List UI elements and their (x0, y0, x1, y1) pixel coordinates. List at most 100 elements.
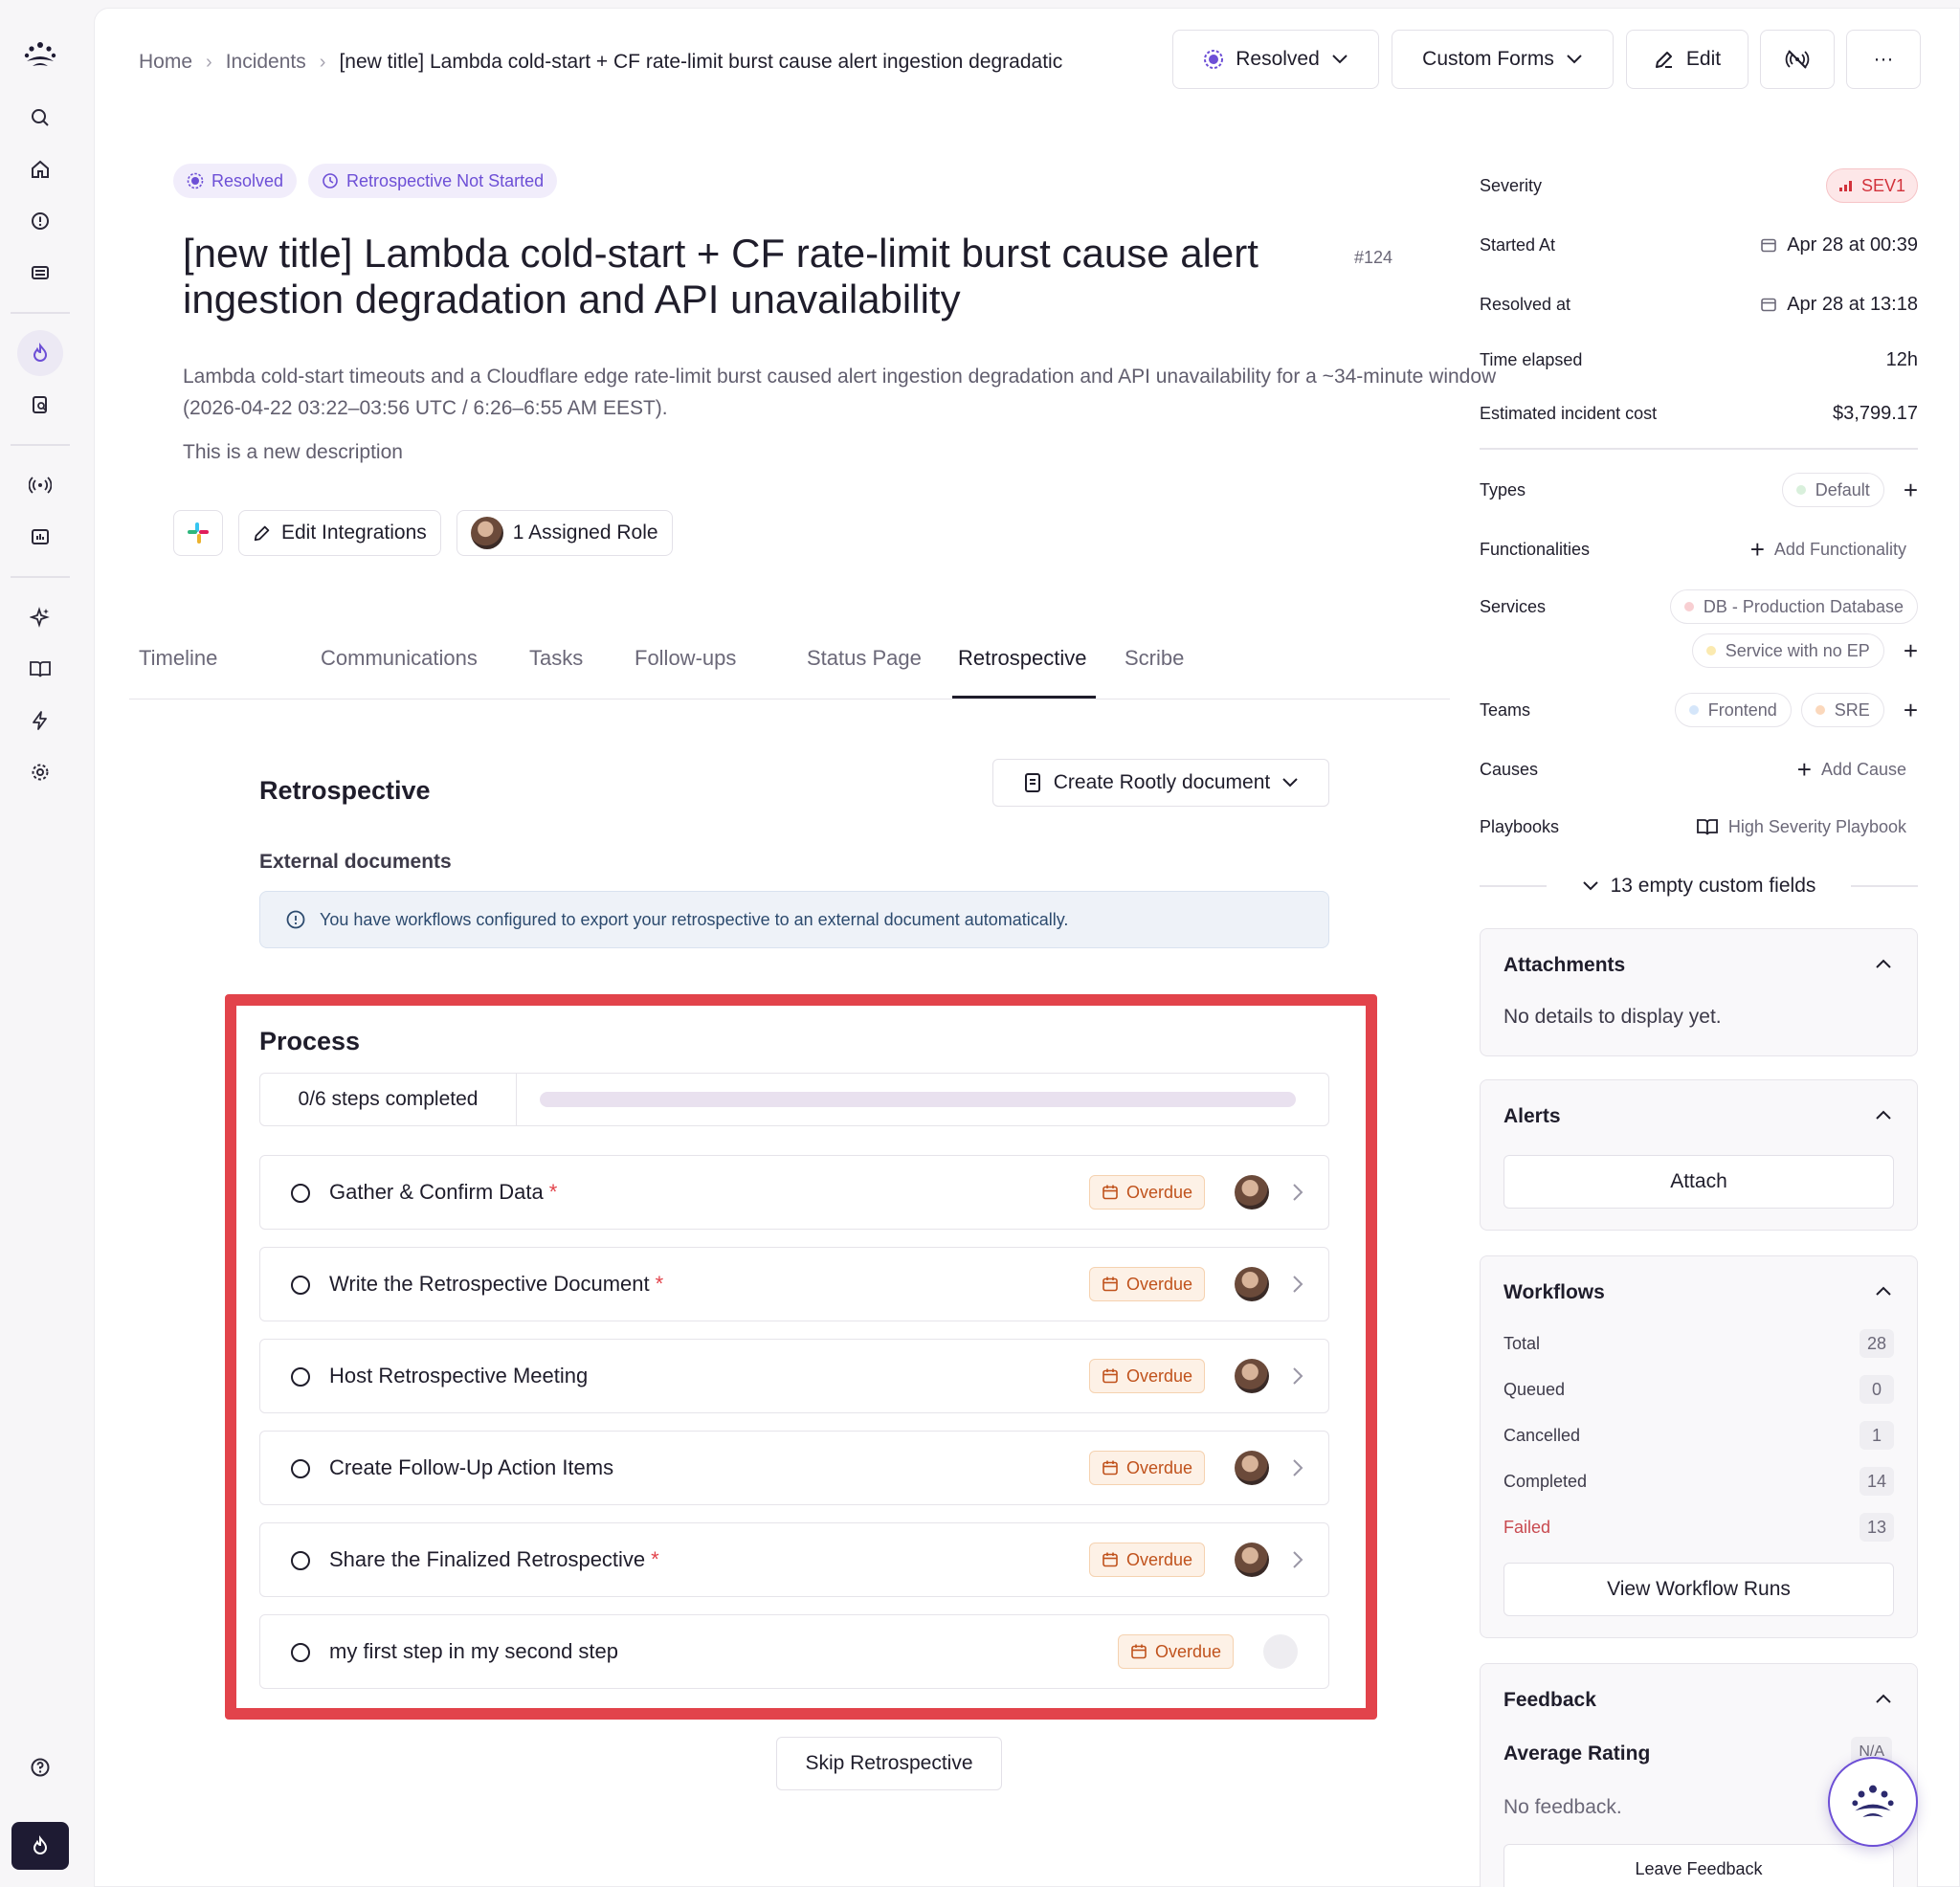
chevron-up-icon[interactable] (1875, 1109, 1892, 1121)
custom-forms-dropdown[interactable]: Custom Forms (1392, 30, 1614, 89)
add-team-plus-icon[interactable]: + (1904, 698, 1918, 722)
add-type-plus-icon[interactable]: + (1904, 477, 1918, 502)
step-assignee-avatar[interactable] (1235, 1451, 1269, 1485)
teams-field: Teams Frontend SRE + (1480, 691, 1918, 729)
edit-button[interactable]: Edit (1626, 30, 1748, 89)
chevron-right-icon[interactable] (1292, 1275, 1303, 1294)
team-pill[interactable]: Frontend (1674, 693, 1792, 727)
incident-description-extra[interactable]: This is a new description (183, 441, 403, 464)
progress-label: 0/6 steps completed (260, 1074, 517, 1125)
help-icon[interactable] (17, 1744, 63, 1790)
incident-number: #124 (1354, 248, 1393, 267)
step-assignee-avatar[interactable] (1235, 1359, 1269, 1393)
tab-tasks[interactable]: Tasks (529, 646, 583, 671)
workflow-bolt-icon[interactable] (17, 698, 63, 744)
step-checkbox[interactable] (291, 1551, 310, 1570)
settings-gear-icon[interactable] (17, 749, 63, 795)
workflow-count-label: Queued (1503, 1379, 1566, 1399)
ai-sparkle-icon[interactable] (17, 594, 63, 640)
step-checkbox[interactable] (291, 1643, 310, 1662)
book-icon[interactable] (17, 646, 63, 692)
chevron-right-icon[interactable] (1292, 1550, 1303, 1569)
document-icon (1023, 772, 1042, 793)
retrospective-title: Retrospective (259, 776, 431, 805)
tab-status-page[interactable]: Status Page (807, 646, 922, 671)
attach-alert-button[interactable]: Attach (1503, 1155, 1894, 1209)
assigned-role-button[interactable]: 1 Assigned Role (456, 510, 673, 556)
incidents-flame-icon[interactable] (17, 330, 63, 376)
team-pill-label: SRE (1834, 699, 1870, 720)
active-tab-indicator (952, 696, 1096, 699)
status-resolved-icon (1203, 49, 1224, 70)
severity-badge[interactable]: SEV1 (1825, 168, 1918, 203)
step-checkbox[interactable] (291, 1184, 310, 1203)
step-assignee-avatar[interactable] (1235, 1267, 1269, 1301)
analytics-icon[interactable] (17, 514, 63, 560)
resolved-at-value-button[interactable]: Apr 28 at 13:18 (1760, 294, 1918, 316)
tab-scribe[interactable]: Scribe (1125, 646, 1184, 671)
team-pill[interactable]: SRE (1800, 693, 1884, 727)
tab-timeline[interactable]: Timeline (139, 646, 217, 671)
alert-shield-icon[interactable] (17, 198, 63, 244)
breadcrumb: Home › Incidents › [new title] Lambda co… (139, 51, 1062, 74)
calendar-icon (1760, 296, 1777, 313)
pencil-icon (253, 523, 272, 543)
broadcast-off-icon (1785, 49, 1810, 70)
incident-description[interactable]: Lambda cold-start timeouts and a Cloudfl… (183, 361, 1523, 424)
edit-integrations-button[interactable]: Edit Integrations (238, 510, 441, 556)
pager-icon[interactable] (17, 250, 63, 296)
started-at-label: Started At (1480, 234, 1556, 255)
broadcast-icon[interactable] (17, 462, 63, 508)
declare-incident-button[interactable] (11, 1822, 69, 1870)
view-workflow-runs-button[interactable]: View Workflow Runs (1503, 1563, 1894, 1616)
process-step-row[interactable]: Gather & Confirm Data * Overdue (259, 1155, 1329, 1230)
more-options-button[interactable]: ··· (1846, 30, 1921, 89)
rootly-logo-icon[interactable] (20, 34, 60, 75)
chevron-right-icon[interactable] (1292, 1183, 1303, 1202)
incident-title[interactable]: [new title] Lambda cold-start + CF rate-… (183, 231, 1331, 322)
chevron-up-icon[interactable] (1875, 1693, 1892, 1704)
chevron-up-icon[interactable] (1875, 1285, 1892, 1297)
tab-communications[interactable]: Communications (321, 646, 478, 671)
breadcrumb-home[interactable]: Home (139, 51, 192, 74)
slack-integration-button[interactable] (173, 510, 223, 556)
process-step-row[interactable]: my first step in my second step Overdue (259, 1614, 1329, 1689)
services-field: Services DB - Production Database (1480, 588, 1918, 626)
step-checkbox[interactable] (291, 1276, 310, 1295)
step-checkbox[interactable] (291, 1459, 310, 1478)
started-at-value-button[interactable]: Apr 28 at 00:39 (1760, 234, 1918, 256)
playbook-link[interactable]: High Severity Playbook (1696, 817, 1906, 837)
tab-follow-ups[interactable]: Follow-ups (635, 646, 736, 671)
skip-retrospective-button[interactable]: Skip Retrospective (776, 1737, 1002, 1790)
search-icon[interactable] (17, 95, 63, 141)
process-step-row[interactable]: Share the Finalized Retrospective * Overd… (259, 1522, 1329, 1597)
add-cause-button[interactable]: + Add Cause (1797, 757, 1906, 782)
home-icon[interactable] (17, 146, 63, 192)
leave-feedback-button[interactable]: Leave Feedback (1503, 1844, 1894, 1887)
service-pill[interactable]: DB - Production Database (1669, 589, 1918, 624)
breadcrumb-incidents[interactable]: Incidents (226, 51, 306, 74)
process-step-row[interactable]: Create Follow-Up Action Items Overdue (259, 1431, 1329, 1505)
step-assignee-avatar[interactable] (1235, 1543, 1269, 1577)
process-step-row[interactable]: Write the Retrospective Document * Overdu… (259, 1247, 1329, 1321)
overdue-label: Overdue (1126, 1549, 1193, 1569)
step-checkbox[interactable] (291, 1367, 310, 1387)
add-functionality-button[interactable]: + Add Functionality (1750, 537, 1906, 562)
mute-broadcast-button[interactable] (1760, 30, 1835, 89)
service-pill[interactable]: Service with no EP (1691, 633, 1884, 668)
step-unassigned-avatar[interactable] (1263, 1634, 1298, 1669)
assistant-fab-button[interactable] (1828, 1757, 1918, 1847)
chevron-right-icon[interactable] (1292, 1366, 1303, 1386)
create-rootly-document-button[interactable]: Create Rootly document (992, 759, 1329, 807)
add-service-plus-icon[interactable]: + (1904, 638, 1918, 663)
status-dropdown[interactable]: Resolved (1172, 30, 1379, 89)
empty-custom-fields-toggle[interactable]: 13 empty custom fields (1480, 867, 1918, 905)
tab-retrospective[interactable]: Retrospective (958, 646, 1087, 671)
chevron-right-icon[interactable] (1292, 1458, 1303, 1477)
process-step-row[interactable]: Host Retrospective Meeting Overdue (259, 1339, 1329, 1413)
workflow-count-row: Completed 14 (1503, 1467, 1894, 1496)
type-pill[interactable]: Default (1781, 473, 1884, 507)
step-assignee-avatar[interactable] (1235, 1175, 1269, 1210)
chevron-up-icon[interactable] (1875, 958, 1892, 969)
retrospective-doc-icon[interactable] (17, 382, 63, 428)
